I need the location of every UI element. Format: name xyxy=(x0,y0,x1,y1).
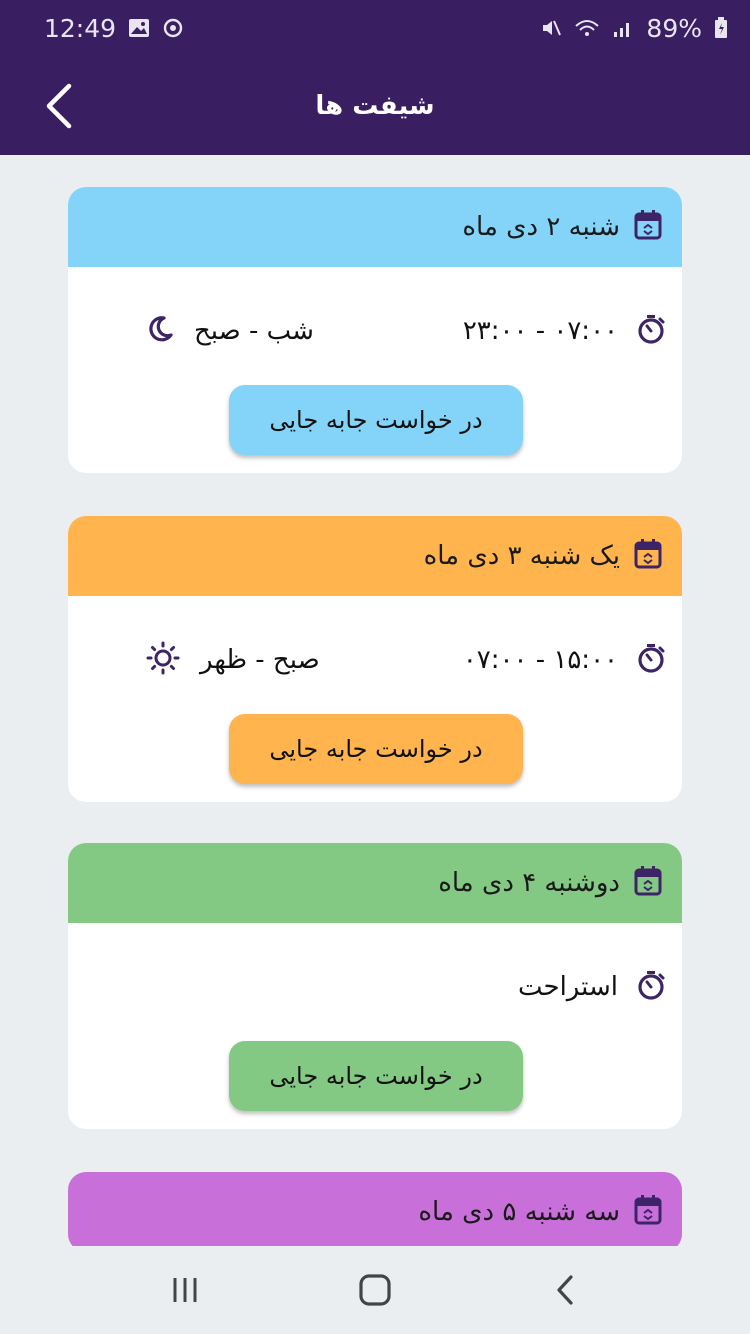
status-bar-left: 12:49 xyxy=(44,14,184,43)
stopwatch-icon xyxy=(636,313,666,349)
shift-card-body: استراحت در خواست جابه جایی xyxy=(68,923,682,1129)
shift-period: شب - صبح xyxy=(194,316,314,346)
shift-date: شنبه ۲ دی ماه xyxy=(462,212,620,242)
shift-period: صبح - ظهر xyxy=(200,645,320,675)
status-time: 12:49 xyxy=(44,13,117,43)
page-title: شیفت ها xyxy=(315,90,435,121)
shift-list[interactable]: شنبه ۲ دی ماه ۰۷:۰۰ - ۲۳:۰۰ شب - صبح در … xyxy=(0,155,750,1246)
shift-date: دوشنبه ۴ دی ماه xyxy=(438,868,620,898)
shift-date: سه شنبه ۵ دی ماه xyxy=(418,1197,620,1227)
shift-card-body: ۱۵:۰۰ - ۰۷:۰۰ صبح - ظهر در خواست جابه جا… xyxy=(68,596,682,802)
shift-info-row: ۱۵:۰۰ - ۰۷:۰۰ صبح - ظهر xyxy=(68,640,682,680)
sync-icon xyxy=(162,17,184,39)
shift-card: دوشنبه ۴ دی ماه استراحت در خواست جابه جا… xyxy=(68,843,682,1129)
chevron-left-icon xyxy=(46,83,72,129)
home-icon xyxy=(359,1274,391,1306)
calendar-icon xyxy=(634,539,662,573)
shift-card: شنبه ۲ دی ماه ۰۷:۰۰ - ۲۳:۰۰ شب - صبح در … xyxy=(68,187,682,473)
shift-card-body: ۰۷:۰۰ - ۲۳:۰۰ شب - صبح در خواست جابه جای… xyxy=(68,267,682,473)
image-icon xyxy=(128,18,150,38)
system-nav-bar xyxy=(0,1246,750,1334)
battery-icon xyxy=(714,17,728,39)
shift-time: ۰۷:۰۰ - ۲۳:۰۰ xyxy=(462,316,618,346)
signal-icon xyxy=(612,18,634,38)
shift-card-header: شنبه ۲ دی ماه xyxy=(68,187,682,267)
calendar-icon xyxy=(634,1195,662,1229)
back-icon xyxy=(557,1275,573,1305)
stopwatch-icon xyxy=(636,969,666,1005)
recents-button[interactable] xyxy=(155,1260,215,1320)
home-button[interactable] xyxy=(345,1260,405,1320)
shift-time-group: ۱۵:۰۰ - ۰۷:۰۰ xyxy=(463,642,666,678)
calendar-icon xyxy=(634,210,662,244)
request-swap-button[interactable]: در خواست جابه جایی xyxy=(229,385,523,455)
shift-card-header: دوشنبه ۴ دی ماه xyxy=(68,843,682,923)
sun-icon xyxy=(146,641,180,679)
shift-card-header: یک شنبه ۳ دی ماه xyxy=(68,516,682,596)
shift-info-row: استراحت xyxy=(68,967,682,1007)
battery-percent: 89% xyxy=(646,13,702,43)
recents-icon xyxy=(173,1278,197,1302)
moon-icon xyxy=(146,314,174,348)
mute-icon xyxy=(540,17,562,39)
shift-date: یک شنبه ۳ دی ماه xyxy=(423,541,620,571)
wifi-icon xyxy=(574,18,600,38)
status-bar-right: 89% xyxy=(540,14,728,43)
request-swap-button[interactable]: در خواست جابه جایی xyxy=(229,714,523,784)
shift-card: یک شنبه ۳ دی ماه ۱۵:۰۰ - ۰۷:۰۰ صبح - ظهر… xyxy=(68,516,682,802)
shift-period-group: شب - صبح xyxy=(146,311,314,351)
shift-time-group: ۰۷:۰۰ - ۲۳:۰۰ xyxy=(463,313,666,349)
back-button[interactable] xyxy=(30,78,86,134)
calendar-icon xyxy=(634,866,662,900)
shift-time: استراحت xyxy=(517,972,618,1002)
nav-back-button[interactable] xyxy=(535,1260,595,1320)
shift-period-group: صبح - ظهر xyxy=(146,640,320,680)
status-bar: 12:49 89% xyxy=(0,0,750,56)
shift-time: ۱۵:۰۰ - ۰۷:۰۰ xyxy=(462,645,618,675)
shift-card: سه شنبه ۵ دی ماه xyxy=(68,1172,682,1246)
shift-card-header: سه شنبه ۵ دی ماه xyxy=(68,1172,682,1246)
stopwatch-icon xyxy=(636,642,666,678)
request-swap-button[interactable]: در خواست جابه جایی xyxy=(229,1041,523,1111)
shift-time-group: استراحت xyxy=(518,969,666,1005)
shift-info-row: ۰۷:۰۰ - ۲۳:۰۰ شب - صبح xyxy=(68,311,682,351)
app-bar: شیفت ها xyxy=(0,56,750,155)
